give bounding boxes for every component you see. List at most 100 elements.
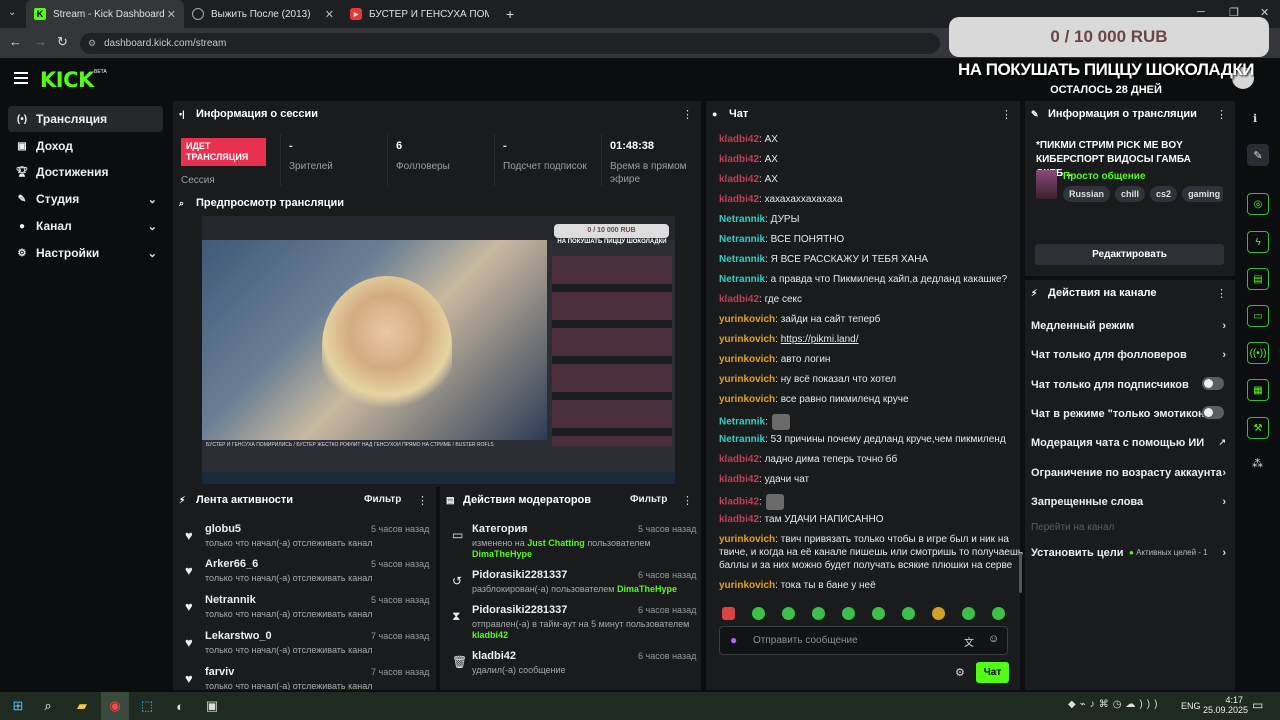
- stream-category[interactable]: Просто общение: [1063, 171, 1146, 182]
- translate-icon[interactable]: 文: [964, 634, 974, 649]
- emote-icon[interactable]: [902, 607, 915, 620]
- activity-user[interactable]: Arker66_6: [205, 558, 258, 570]
- mod-action-title[interactable]: Pidorasiki2281337: [472, 604, 567, 616]
- tag[interactable]: Russian: [1063, 186, 1111, 202]
- chat-username[interactable]: kladbi42: [719, 154, 759, 165]
- reload-icon[interactable]: ↻: [57, 34, 68, 50]
- chat-username[interactable]: yurinkovich: [719, 394, 775, 405]
- mod-action-title[interactable]: kladbi42: [472, 650, 516, 662]
- activity-filter-button[interactable]: Фильтр: [364, 494, 401, 505]
- clock[interactable]: 4:17 25.09.2025: [1203, 695, 1248, 715]
- chat-username[interactable]: Netrannik: [719, 417, 765, 428]
- chat-username[interactable]: Netrannik: [719, 234, 765, 245]
- activity-user[interactable]: Lekarstwo_0: [205, 630, 272, 642]
- notification-icon[interactable]: ▭: [1252, 698, 1263, 712]
- chat-username[interactable]: Netrannik: [719, 214, 765, 225]
- slow-mode-row[interactable]: Медленный режим ›: [1031, 320, 1226, 332]
- emote-icon[interactable]: [782, 607, 795, 620]
- banned-words-row[interactable]: Запрещенные слова ›: [1031, 496, 1226, 508]
- close-tab-icon[interactable]: ✕: [325, 8, 334, 21]
- broadcast-rail-icon[interactable]: ((•)): [1247, 342, 1269, 364]
- chat-username[interactable]: kladbi42: [719, 514, 759, 525]
- goto-channel-link[interactable]: Перейти на канал: [1031, 522, 1114, 533]
- clipboard-icon[interactable]: ▤: [1247, 268, 1269, 290]
- app-window-icon[interactable]: ▣: [204, 698, 220, 714]
- snipping-tool-icon[interactable]: ⬚: [139, 698, 155, 714]
- chat-username[interactable]: kladbi42: [719, 294, 759, 305]
- chat-username[interactable]: kladbi42: [719, 174, 759, 185]
- sidebar-item-settings[interactable]: ⚙ Настройки ⌄: [8, 240, 163, 266]
- share-icon[interactable]: ⁂: [1252, 457, 1263, 470]
- chat-icon[interactable]: ▭: [1247, 305, 1269, 327]
- new-tab-button[interactable]: +: [506, 6, 514, 22]
- chat-scrollbar[interactable]: [1019, 553, 1022, 593]
- more-options-icon[interactable]: ⋮: [682, 494, 693, 507]
- url-field[interactable]: ⚙ dashboard.kick.com/stream: [80, 33, 940, 54]
- age-restriction-row[interactable]: Ограничение по возрасту аккаунта ›: [1031, 467, 1226, 479]
- sidebar-item-studio[interactable]: ✎ Студия ⌄: [8, 186, 163, 212]
- chat-link[interactable]: https://pikmi.land/: [781, 334, 859, 345]
- windows-start-icon[interactable]: ⊞: [10, 698, 26, 714]
- edit-stream-button[interactable]: Редактировать: [1035, 244, 1224, 265]
- info-icon[interactable]: ℹ: [1253, 112, 1257, 125]
- emote-icon[interactable]: [722, 607, 735, 620]
- chat-username[interactable]: kladbi42: [719, 194, 759, 205]
- obs-icon[interactable]: ◐: [172, 698, 188, 714]
- chat-username[interactable]: yurinkovich: [719, 354, 775, 365]
- file-explorer-icon[interactable]: ▰: [74, 698, 90, 714]
- chat-username[interactable]: yurinkovich: [719, 374, 775, 385]
- emote-icon[interactable]: [932, 607, 945, 620]
- chat-username[interactable]: kladbi42: [719, 454, 759, 465]
- chat-username[interactable]: yurinkovich: [719, 314, 775, 325]
- tab-list-chevron-icon[interactable]: ⌄: [8, 7, 16, 18]
- emoji-icon[interactable]: ☺: [988, 633, 999, 645]
- tag[interactable]: cs2: [1150, 186, 1178, 202]
- chat-username[interactable]: yurinkovich: [719, 580, 775, 591]
- site-info-icon[interactable]: ⚙: [88, 33, 96, 54]
- tag[interactable]: chill: [1115, 186, 1146, 202]
- microphone-icon[interactable]: ●: [730, 633, 737, 647]
- send-chat-button[interactable]: Чат: [976, 662, 1009, 683]
- wrench-icon[interactable]: ⚒: [1247, 417, 1269, 439]
- more-options-icon[interactable]: ⋮: [1216, 287, 1227, 300]
- search-icon[interactable]: ⌕: [40, 698, 56, 714]
- mod-filter-button[interactable]: Фильтр: [630, 494, 667, 505]
- sidebar-item-broadcast[interactable]: (•) Трансляция: [8, 106, 163, 132]
- emote-icon[interactable]: [842, 607, 855, 620]
- kick-logo[interactable]: KICK: [40, 68, 94, 92]
- edit-icon[interactable]: ✎: [1247, 144, 1269, 166]
- sidebar-item-revenue[interactable]: ▣ Доход: [8, 133, 163, 159]
- activity-user[interactable]: farviv: [205, 666, 234, 678]
- followers-only-row[interactable]: Чат только для фолловеров ›: [1031, 349, 1226, 361]
- tab-movie[interactable]: Выжить После (2013) ✕: [184, 0, 342, 28]
- emote-icon[interactable]: [962, 607, 975, 620]
- more-options-icon[interactable]: ⋮: [682, 108, 693, 121]
- more-options-icon[interactable]: ⋮: [1001, 108, 1012, 121]
- category-link[interactable]: Just Chatting: [527, 538, 585, 548]
- target-icon[interactable]: ◎: [1247, 193, 1269, 215]
- stream-preview-video[interactable]: 0 / 10 000 RUB НА ПОКУШАТЬ ПИЦЦУ ШОКОЛАД…: [202, 216, 675, 484]
- more-options-icon[interactable]: ⋮: [417, 494, 428, 507]
- emote-icon[interactable]: [752, 607, 765, 620]
- chat-settings-icon[interactable]: ⚙: [955, 666, 965, 679]
- chat-username[interactable]: Netrannik: [719, 434, 765, 445]
- moderator-link[interactable]: kladbi42: [472, 630, 508, 640]
- hamburger-menu-icon[interactable]: [14, 72, 28, 87]
- input-language[interactable]: ENG: [1181, 701, 1201, 711]
- chat-input[interactable]: ● Отправить сообщение 文 ☺: [719, 626, 1008, 655]
- mod-action-title[interactable]: Pidorasiki2281337: [472, 569, 567, 581]
- chat-username[interactable]: yurinkovich: [719, 534, 775, 545]
- activity-user[interactable]: Netrannik: [205, 594, 256, 606]
- chat-username[interactable]: Netrannik: [719, 274, 765, 285]
- moderator-link[interactable]: DimaTheHype: [617, 584, 677, 594]
- sidebar-item-channel[interactable]: ● Канал ⌄: [8, 213, 163, 239]
- system-tray-icons[interactable]: ◆⌁♪⌘◷☁))): [1068, 699, 1161, 710]
- close-tab-icon[interactable]: ✕: [167, 8, 176, 21]
- emote-icon[interactable]: [872, 607, 885, 620]
- subscribers-only-toggle[interactable]: [1202, 377, 1224, 390]
- forward-icon[interactable]: →: [34, 34, 47, 49]
- tab-youtube[interactable]: ▶ БУСТЕР И ГЕНСУХА ПОМИРИЛ...: [342, 0, 500, 28]
- chrome-icon[interactable]: ◉: [107, 698, 123, 714]
- sidebar-item-achievements[interactable]: 🏆︎ Достижения: [8, 159, 163, 185]
- emote-icon[interactable]: [992, 607, 1005, 620]
